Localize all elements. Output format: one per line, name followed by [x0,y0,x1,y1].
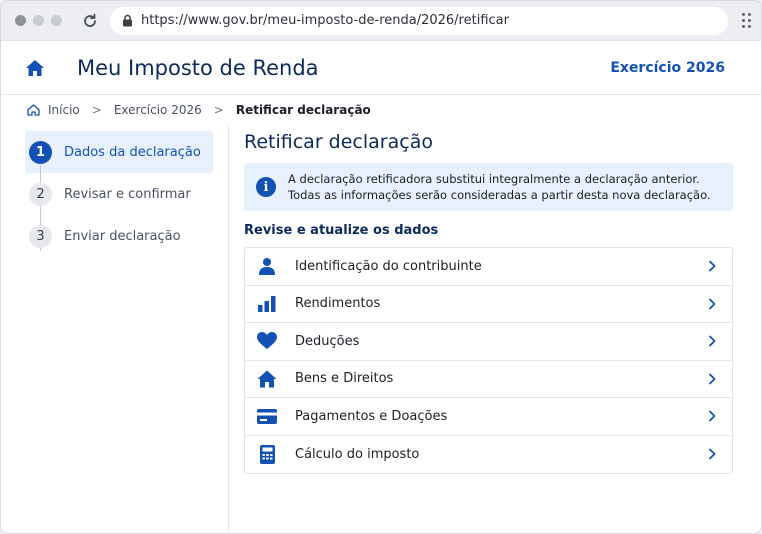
address-bar[interactable]: https://www.gov.br/meu-imposto-de-renda/… [110,6,728,35]
lock-icon [122,14,133,27]
chevron-right-icon [708,298,716,310]
list-item-label: Pagamentos e Doações [295,408,448,424]
calculator-icon [257,444,277,464]
chevron-right-icon [708,410,716,422]
stepper: 1 Dados da declaração 2 Revisar e confir… [1,125,229,533]
window-controls [15,15,62,26]
bar-chart-icon [257,294,277,314]
step-number: 3 [29,224,52,248]
main-panel: Retificar declaração i A declaração reti… [229,125,761,533]
chevron-right-icon [708,373,716,385]
breadcrumb-item-current: Retificar declaração [235,103,371,117]
info-icon: i [256,177,276,197]
house-icon [257,369,277,389]
breadcrumb-home-icon[interactable] [27,104,40,116]
app-title: Meu Imposto de Renda [77,55,319,80]
url-text: https://www.gov.br/meu-imposto-de-renda/… [141,13,509,28]
browser-menu-icon[interactable] [742,13,751,28]
reload-icon[interactable] [80,11,100,31]
app-header: Meu Imposto de Renda Exercício 2026 [1,41,761,95]
person-icon [257,256,277,276]
heart-icon [257,331,277,351]
step-label: Dados da declaração [64,144,201,160]
list-item-label: Deduções [295,333,360,349]
list-item-bens-e-direitos[interactable]: Bens e Direitos [245,361,732,398]
window-minimize-dot[interactable] [33,15,44,26]
window-maximize-dot[interactable] [51,15,62,26]
credit-card-icon [257,406,277,426]
step-number: 2 [29,182,52,206]
section-title: Revise e atualize os dados [244,223,439,238]
step-label: Revisar e confirmar [64,186,191,202]
list-item-identificacao[interactable]: Identificação do contribuinte [245,248,732,286]
home-icon[interactable] [25,59,47,77]
list-item-label: Identificação do contribuinte [295,258,482,274]
info-text: A declaração retificadora substitui inte… [288,171,711,203]
breadcrumb-item-inicio[interactable]: Início [48,103,80,117]
step-number: 1 [29,140,52,164]
list-item-deducoes[interactable]: Deduções [245,323,732,361]
info-line: A declaração retificadora substitui inte… [288,172,700,186]
list-item-pagamentos[interactable]: Pagamentos e Doações [245,398,732,436]
exercise-year: Exercício 2026 [610,59,725,76]
info-line: Todas as informações serão consideradas … [288,188,711,202]
list-item-label: Rendimentos [295,296,381,312]
step-dados-da-declaracao[interactable]: 1 Dados da declaração [25,131,213,173]
chevron-right-icon [708,335,716,347]
chevron-right-icon [708,260,716,272]
info-alert: i A declaração retificadora substitui in… [244,163,733,211]
list-item-label: Cálculo do imposto [295,446,420,462]
list-item-calculo[interactable]: Cálculo do imposto [245,436,732,474]
page-content: 1 Dados da declaração 2 Revisar e confir… [1,125,761,533]
list-item-label: Bens e Direitos [295,371,394,387]
page-title: Retificar declaração [244,131,433,153]
step-enviar-declaracao[interactable]: 3 Enviar declaração [25,215,228,257]
window-close-dot[interactable] [15,15,26,26]
browser-window: https://www.gov.br/meu-imposto-de-renda/… [0,0,762,534]
chevron-right-icon: > [213,103,224,117]
breadcrumb: Início > Exercício 2026 > Retificar decl… [1,95,761,125]
step-label: Enviar declaração [64,228,181,244]
chevron-right-icon [708,448,716,460]
browser-toolbar: https://www.gov.br/meu-imposto-de-renda/… [1,1,761,41]
step-revisar-e-confirmar[interactable]: 2 Revisar e confirmar [25,173,228,215]
list-item-rendimentos[interactable]: Rendimentos [245,286,732,323]
chevron-right-icon: > [91,103,102,117]
section-list: Identificação do contribuinte Rendimento… [244,247,733,474]
breadcrumb-item-exercicio[interactable]: Exercício 2026 [114,103,202,117]
